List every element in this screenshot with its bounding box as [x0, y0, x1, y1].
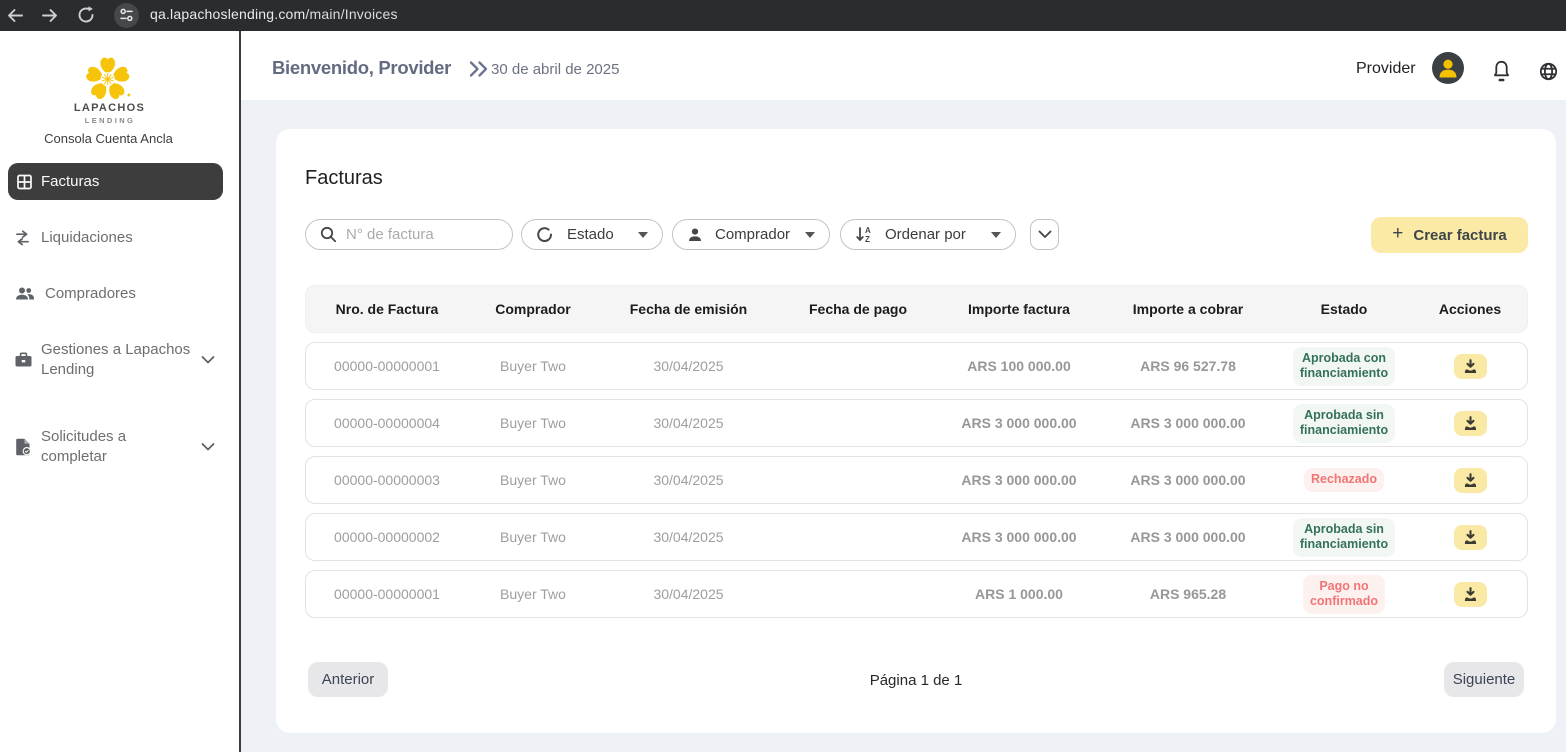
svg-text:A: A [865, 226, 871, 235]
svg-text:Z: Z [865, 235, 870, 243]
